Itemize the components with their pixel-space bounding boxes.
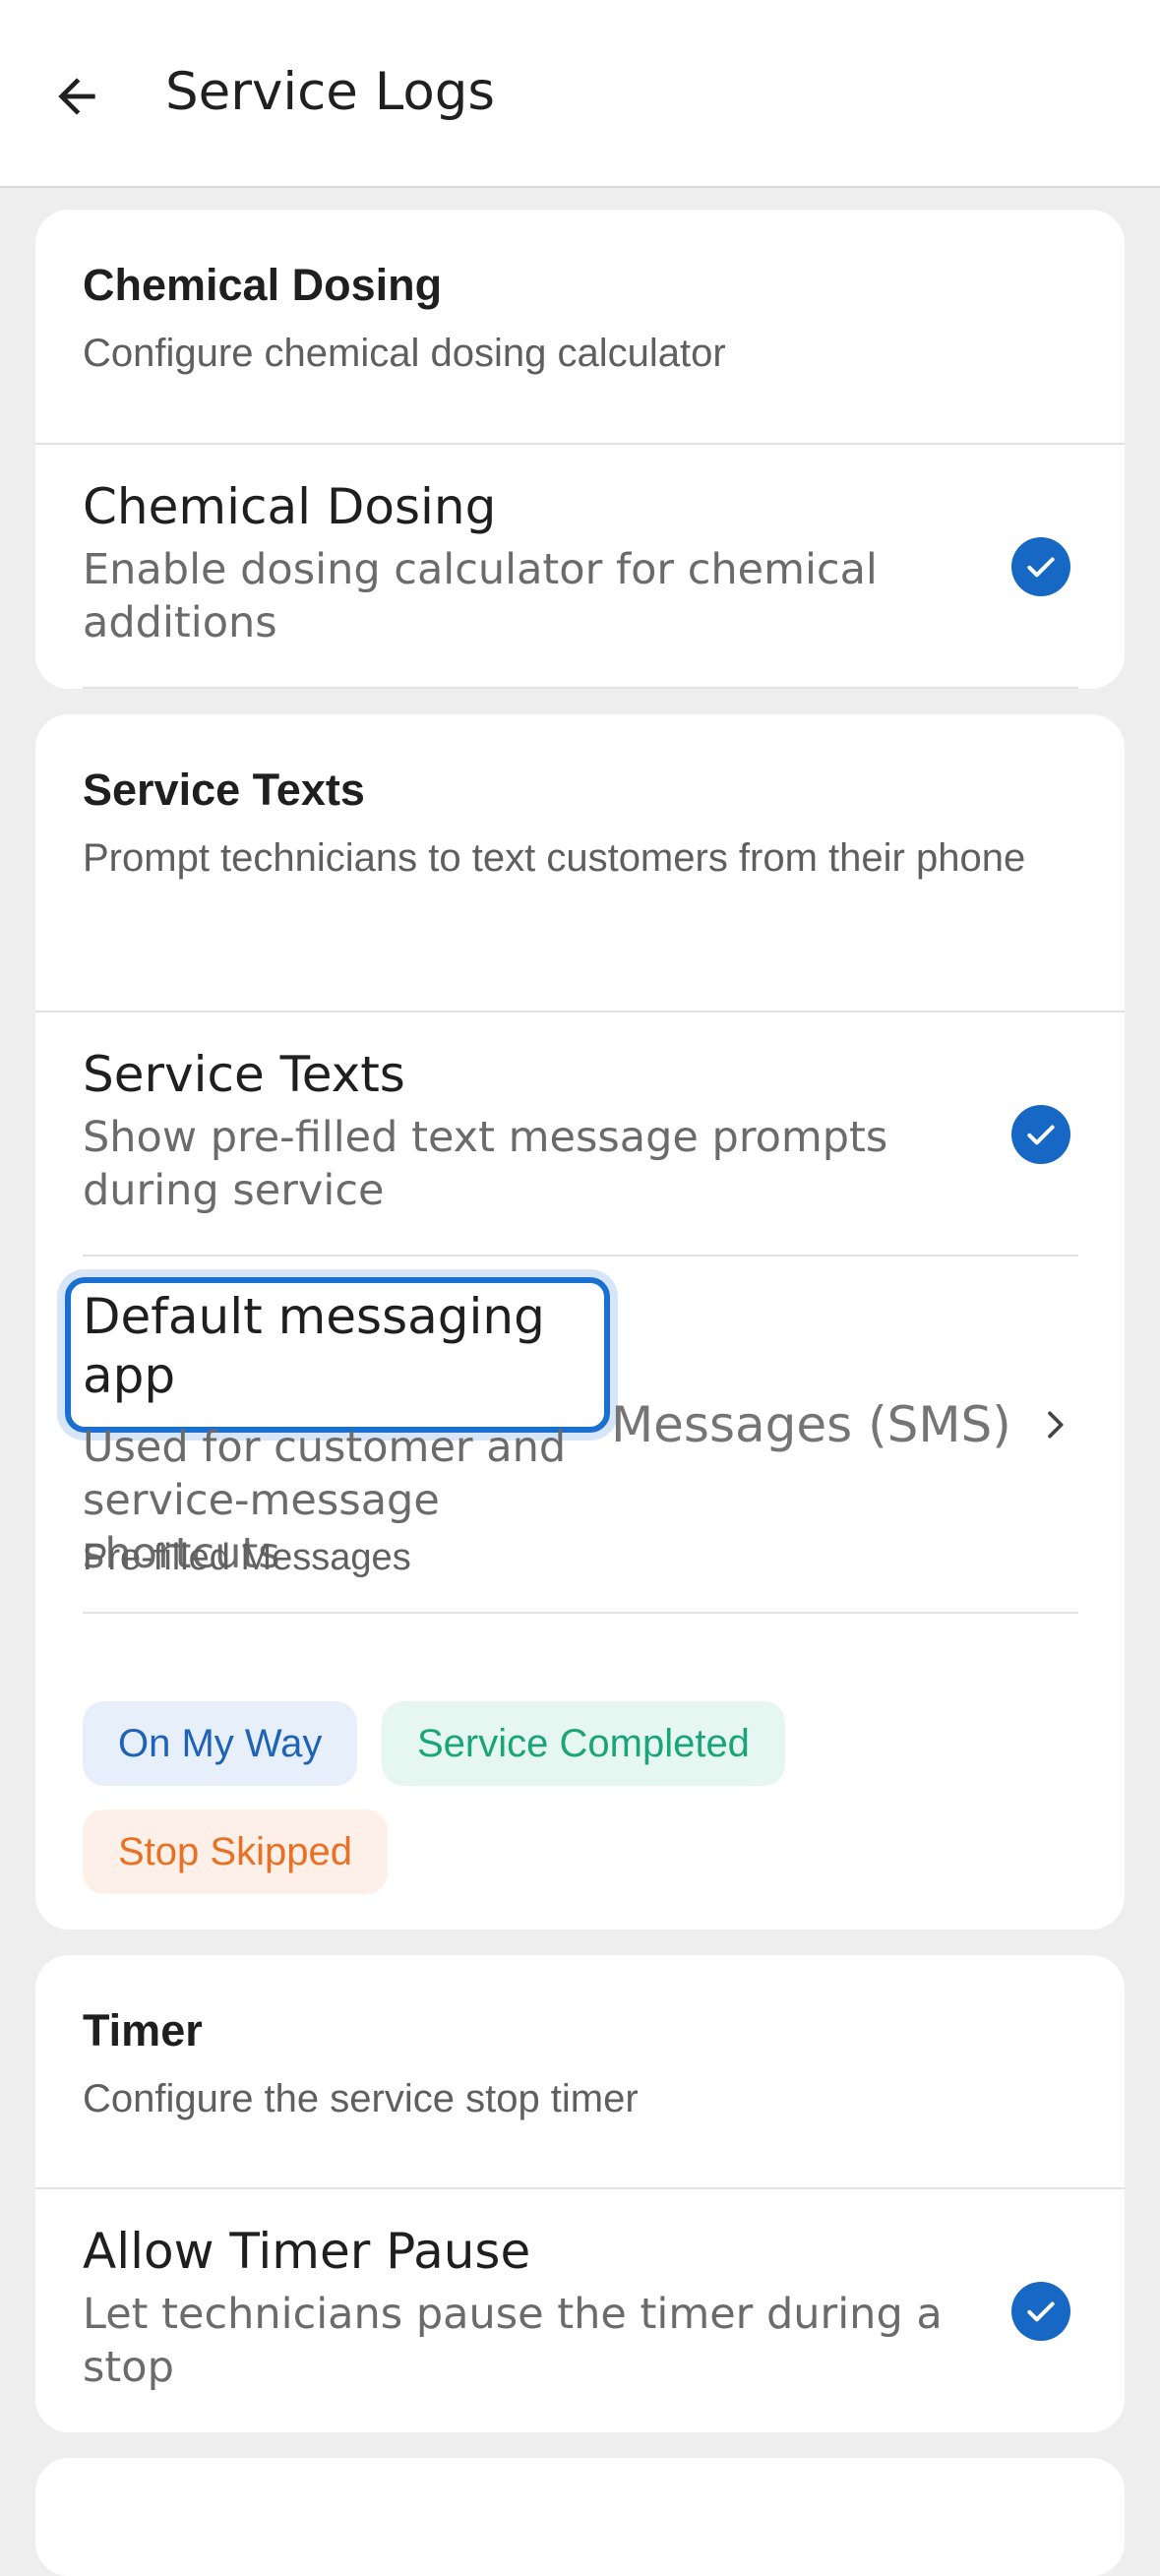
timer-card: Timer Configure the service stop timer A…: [35, 1955, 1125, 2432]
chip-on-my-way[interactable]: On My Way: [83, 1701, 358, 1786]
divider: [83, 1612, 1078, 1614]
app-bar: Service Logs: [0, 0, 1160, 188]
divider: [35, 1011, 1125, 1012]
chip-stop-skipped[interactable]: Stop Skipped: [83, 1809, 388, 1894]
messaging-app-label: Default messaging app: [83, 1288, 545, 1404]
allow-timer-pause-checkbox[interactable]: [1011, 2282, 1070, 2341]
section-title: Chemical Dosing: [83, 260, 443, 310]
toggle-description: Show pre-filled text message prompts dur…: [83, 1113, 888, 1215]
service-texts-card: Service Texts Prompt technicians to text…: [35, 714, 1125, 1930]
toggle-description: Enable dosing calculator for chemical ad…: [83, 545, 878, 647]
check-icon: [1027, 1125, 1055, 1145]
section-subtitle: Configure chemical dosing calculator: [83, 332, 726, 375]
arrow-left-icon: [58, 78, 95, 115]
page-title: Service Logs: [165, 62, 496, 122]
chemical-dosing-checkbox[interactable]: [1011, 537, 1070, 596]
chevron-right-icon: [1048, 1411, 1064, 1439]
divider: [35, 443, 1125, 445]
divider: [35, 2187, 1125, 2189]
prefilled-messages-label: Pre-filled Messages: [83, 1537, 411, 1578]
section-title: Service Texts: [83, 765, 365, 815]
section-title: Timer: [83, 2005, 203, 2055]
back-button[interactable]: [37, 57, 116, 136]
toggle-description: Let technicians pause the timer during a…: [83, 2290, 943, 2392]
section-subtitle: Prompt technicians to text customers fro…: [83, 836, 1026, 880]
chemical-dosing-card: Chemical Dosing Configure chemical dosin…: [35, 210, 1125, 689]
check-icon: [1027, 557, 1055, 578]
next-section-card: [35, 2458, 1125, 2576]
divider: [83, 1255, 1078, 1257]
chip-service-completed[interactable]: Service Completed: [382, 1701, 785, 1786]
divider: [83, 687, 1078, 689]
section-subtitle: Configure the service stop timer: [83, 2077, 639, 2120]
check-icon: [1027, 2301, 1055, 2322]
toggle-label: Allow Timer Pause: [83, 2223, 531, 2280]
toggle-label: Service Texts: [83, 1046, 405, 1103]
toggle-label: Chemical Dosing: [83, 478, 497, 535]
service-texts-checkbox[interactable]: [1011, 1105, 1070, 1164]
messaging-app-value: Messages (SMS): [611, 1396, 1011, 1453]
